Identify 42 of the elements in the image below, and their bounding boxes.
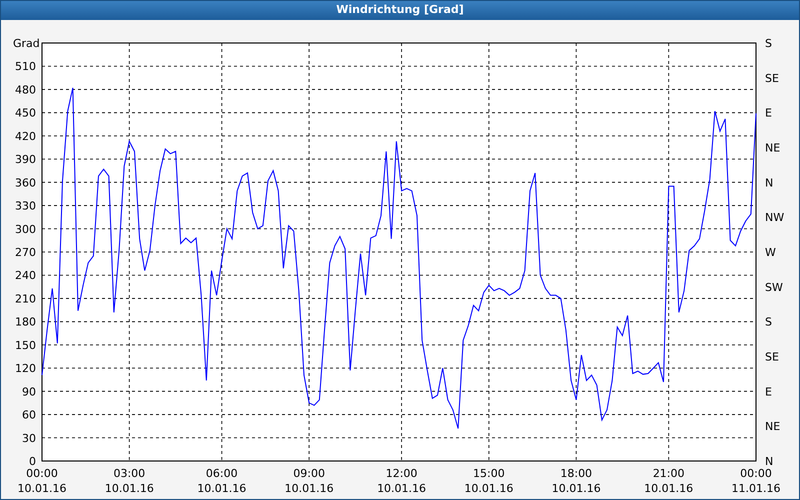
x-tick-label: 00:00 10.01.16 bbox=[18, 467, 66, 495]
y-tick-label: 270 bbox=[15, 246, 36, 259]
x-tick-label: 03:00 10.01.16 bbox=[104, 467, 154, 495]
x-tick-label: 06:00 10.01.16 bbox=[197, 467, 246, 495]
x-tick-label: 21:00 10.01.16 bbox=[644, 467, 694, 495]
y-tick-label: 240 bbox=[15, 269, 36, 282]
compass-label: E bbox=[765, 385, 772, 398]
y-tick-label: 300 bbox=[15, 222, 36, 236]
window-title: Windrichtung [Grad] bbox=[1, 1, 799, 20]
y-tick-label: 90 bbox=[22, 385, 36, 398]
y-tick-label: 420 bbox=[15, 130, 36, 143]
x-tick-label: 18:00 10.01.16 bbox=[552, 467, 601, 495]
compass-label: NE bbox=[765, 142, 780, 154]
y-tick-label: 180 bbox=[15, 316, 36, 329]
y-axis-title: Grad bbox=[13, 37, 40, 50]
compass-label: SE bbox=[765, 350, 779, 364]
compass-label: SW bbox=[765, 280, 783, 294]
x-tick-label: 09:00 10.01.16 bbox=[284, 467, 334, 495]
compass-label: N bbox=[765, 176, 774, 190]
y-tick-label: 450 bbox=[15, 106, 36, 120]
compass-label: S bbox=[765, 316, 772, 329]
y-tick-label: 510 bbox=[15, 60, 36, 74]
compass-label: N bbox=[765, 455, 774, 468]
y-tick-label: 330 bbox=[15, 200, 36, 213]
y-tick-label: 480 bbox=[15, 83, 36, 96]
y-tick-label: 150 bbox=[15, 338, 36, 352]
y-tick-label: 120 bbox=[15, 362, 36, 376]
compass-label: E bbox=[765, 106, 772, 120]
y-tick-label: 30 bbox=[22, 432, 36, 445]
compass-label: NE bbox=[765, 420, 780, 434]
y-tick-label: 60 bbox=[22, 408, 36, 422]
y-tick-label: 0 bbox=[29, 455, 36, 468]
y-tick-label: 390 bbox=[15, 153, 36, 166]
compass-label: SE bbox=[765, 72, 779, 85]
x-tick-label: 00:00 11.01.16 bbox=[732, 467, 780, 495]
y-tick-label: 210 bbox=[15, 292, 36, 306]
compass-label: W bbox=[765, 246, 776, 259]
x-tick-label: 12:00 10.01.16 bbox=[377, 467, 426, 495]
compass-label: S bbox=[765, 37, 772, 50]
compass-label: NW bbox=[765, 211, 784, 224]
y-tick-label: 360 bbox=[15, 176, 36, 190]
x-tick-label: 15:00 10.01.16 bbox=[464, 467, 514, 495]
